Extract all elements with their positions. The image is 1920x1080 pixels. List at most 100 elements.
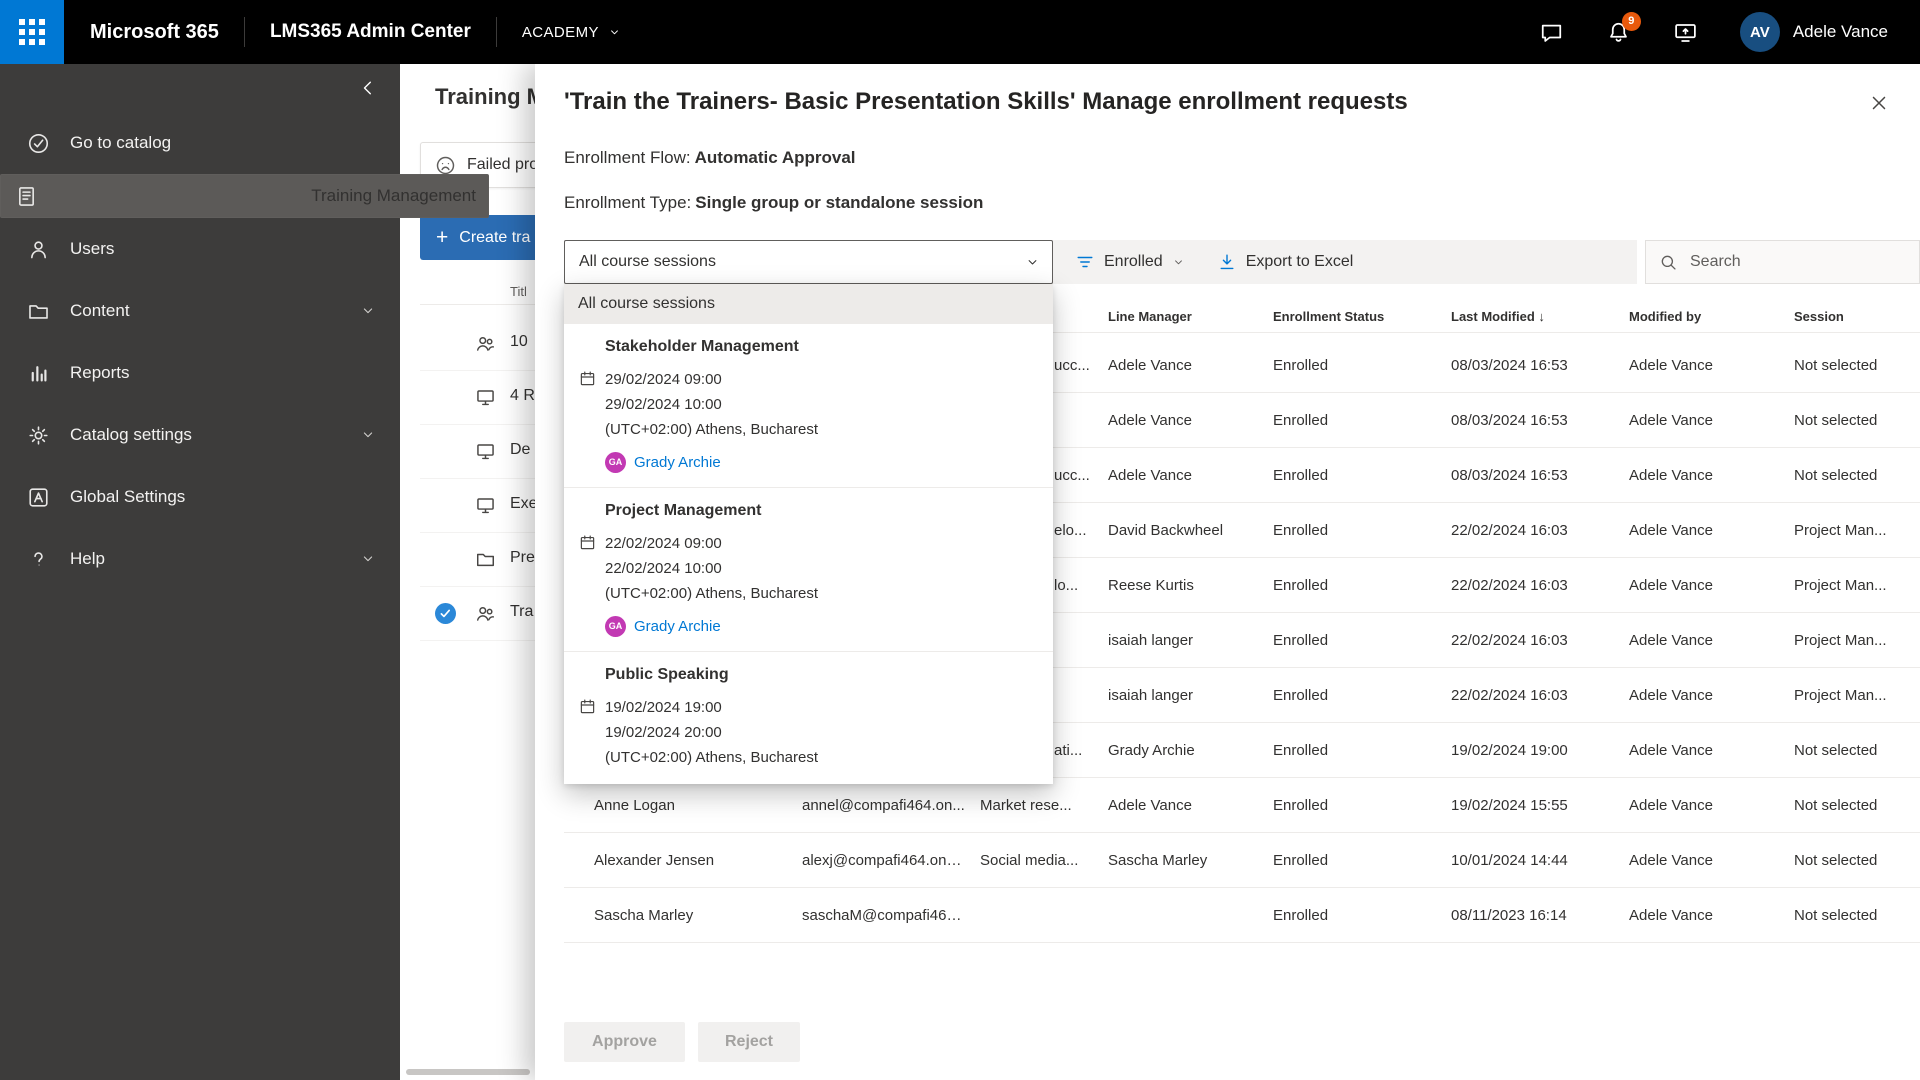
chevron-down-icon [360, 427, 376, 443]
enrollment-table-row[interactable]: Sascha Marley saschaM@compafi464.... Enrol… [564, 888, 1920, 943]
table-cell: Enrolled [1273, 851, 1329, 869]
course-title: De [510, 441, 531, 458]
table-cell: Not selected [1794, 851, 1878, 869]
enrollment-table-row[interactable]: Anne Logan annel@compafi464.on... Market r… [564, 778, 1920, 833]
sidebar-nav: Go to catalog Training Management Users Con… [0, 112, 489, 590]
sidebar-item-training-management[interactable]: Training Management [0, 174, 489, 218]
sidebar-item-content[interactable]: Content [0, 280, 400, 342]
academy-selector[interactable]: ACADEMY [522, 24, 621, 41]
table-cell: 22/02/2024 16:03 [1451, 576, 1568, 594]
sidebar-item-reports[interactable]: Reports [0, 342, 400, 404]
approve-button[interactable]: Approve [564, 1022, 685, 1062]
table-cell: isaiah langer [1108, 631, 1194, 649]
sidebar-item-go-to-catalog[interactable]: Go to catalog [0, 112, 400, 174]
sidebar-item-global-settings[interactable]: Global Settings [0, 466, 400, 528]
sidebar-item-help[interactable]: Help [0, 528, 400, 590]
table-cell: 22/02/2024 16:03 [1451, 631, 1568, 649]
calendar-icon [579, 698, 596, 715]
horizontal-scrollbar[interactable] [406, 1069, 530, 1075]
table-cell: 08/03/2024 16:53 [1451, 466, 1568, 484]
export-to-excel-button[interactable]: Export to Excel [1217, 252, 1353, 272]
session-start: 19/02/2024 19:00 [605, 699, 722, 716]
table-cell: Project Man... [1794, 521, 1887, 539]
table-cell: Adele Vance [1629, 631, 1713, 649]
sidebar-item-catalog-settings[interactable]: Catalog settings [0, 404, 400, 466]
session-option[interactable]: Project Management 22/02/2024 09:00 22/02/… [564, 487, 1053, 651]
screen-share-icon[interactable] [1673, 20, 1698, 45]
session-dropdown: All course sessions Stakeholder Manageme… [564, 284, 1053, 784]
group-icon [475, 603, 496, 624]
trainer-link[interactable]: Grady Archie [634, 618, 721, 635]
brand-title[interactable]: Microsoft 365 [90, 21, 219, 44]
chevron-down-icon [360, 551, 376, 567]
table-cell: 08/11/2023 16:14 [1451, 906, 1567, 924]
title-column-header[interactable]: Titl [510, 284, 527, 299]
folder-icon [475, 549, 496, 570]
table-cell: Social media... [980, 851, 1079, 869]
table-cell: annel@compafi464.on... [802, 796, 965, 814]
table-cell: Enrolled [1273, 796, 1329, 814]
enrollment-table-row[interactable]: Alexander Jensen alexj@compafi464.onm... S… [564, 833, 1920, 888]
table-cell: Anne Logan [594, 796, 675, 814]
search-box[interactable] [1645, 240, 1920, 284]
waffle-icon [19, 19, 45, 45]
chevron-left-icon [358, 78, 378, 98]
column-header-modified-by[interactable]: Modified by [1629, 309, 1794, 324]
column-header-enrollment-status[interactable]: Enrollment Status [1273, 309, 1451, 324]
session-end: 19/02/2024 20:00 [605, 724, 722, 741]
sidebar-item-label: Catalog settings [70, 425, 192, 444]
sidebar-collapse-button[interactable] [0, 64, 400, 112]
check-circle-icon [27, 132, 50, 155]
page-title: Training M [435, 84, 545, 109]
chat-icon[interactable] [1539, 20, 1564, 45]
avatar[interactable]: AV [1739, 12, 1780, 52]
enrollment-requests-panel: 'Train the Trainers- Basic Presentation … [535, 64, 1920, 1080]
chevron-down-icon [608, 26, 621, 39]
filter-icon [1075, 252, 1095, 272]
table-cell: Project Man... [1794, 631, 1887, 649]
plus-icon: + [436, 226, 449, 249]
table-cell: Enrolled [1273, 411, 1329, 429]
session-option[interactable]: Public Speaking 19/02/2024 19:00 19/02/202… [564, 651, 1053, 784]
table-cell: Not selected [1794, 796, 1878, 814]
account-menu[interactable]: AV Adele Vance [1739, 12, 1888, 52]
monitor-icon [475, 495, 496, 516]
table-cell: Project Man... [1794, 576, 1887, 594]
calendar-icon [579, 370, 596, 387]
folder-icon [27, 300, 50, 323]
trainer-link[interactable]: Grady Archie [634, 454, 721, 471]
table-cell: Enrolled [1273, 741, 1329, 759]
monitor-icon [475, 387, 496, 408]
person-icon [27, 238, 50, 261]
dropdown-option-all-sessions[interactable]: All course sessions [564, 284, 1053, 324]
search-input[interactable] [1688, 252, 1906, 272]
close-icon[interactable] [1868, 92, 1890, 114]
sidebar-item-users[interactable]: Users [0, 218, 400, 280]
status-filter-value: Enrolled [1104, 253, 1163, 270]
trainer-avatar: GA [605, 615, 626, 637]
table-cell: Alexander Jensen [594, 851, 715, 869]
sidebar-item-label: Go to catalog [70, 133, 172, 152]
status-filter-button[interactable]: Enrolled [1075, 252, 1185, 272]
admin-center-title[interactable]: LMS365 Admin Center [270, 21, 471, 43]
session-filter-select[interactable]: All course sessions [564, 240, 1053, 284]
notifications-button[interactable]: 9 [1606, 11, 1641, 45]
search-icon [1659, 253, 1678, 272]
sidebar-item-label: Users [70, 239, 115, 258]
reject-button[interactable]: Reject [698, 1022, 800, 1062]
column-header-line-manager[interactable]: Line Manager [1108, 309, 1273, 324]
chevron-down-icon [1025, 255, 1040, 270]
column-header-last-modified[interactable]: Last Modified ↓ [1451, 309, 1629, 324]
topbar: Microsoft 365 LMS365 Admin Center ACADEM… [0, 0, 1920, 64]
table-cell: alexj@compafi464.onm... [802, 851, 972, 869]
table-cell: isaiah langer [1108, 686, 1194, 704]
table-cell: 08/03/2024 16:53 [1451, 356, 1568, 374]
table-cell: Enrolled [1273, 576, 1329, 594]
question-icon [27, 548, 50, 571]
table-cell: 19/02/2024 19:00 [1451, 741, 1568, 759]
app-launcher-button[interactable] [0, 0, 64, 64]
column-header-session[interactable]: Session [1794, 309, 1920, 324]
table-cell: Enrolled [1273, 631, 1329, 649]
session-option[interactable]: Stakeholder Management 29/02/2024 09:00 29… [564, 324, 1053, 487]
group-icon [475, 333, 496, 354]
